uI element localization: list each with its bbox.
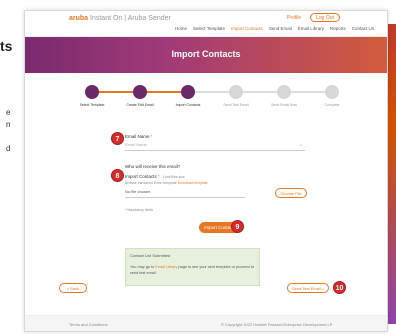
copyright-text: © Copyright 2022 Hewlett Packard Enterpr…	[221, 322, 333, 327]
step-5-dot	[277, 85, 291, 99]
step-4-label: Send Test Email	[223, 103, 249, 107]
callout-badge-7: 7	[111, 132, 124, 145]
nav-home[interactable]: Home	[175, 26, 187, 31]
mandatory-note: * Mandatory fields	[125, 208, 154, 212]
step-3-dot	[181, 85, 195, 99]
email-library-link[interactable]: Email Library	[155, 265, 177, 269]
step-4-dot	[229, 85, 243, 99]
nav-select-template[interactable]: Select Template	[193, 26, 225, 31]
recipient-question: Who will receive this email?	[125, 164, 181, 169]
email-name-label: Email Name *	[125, 134, 153, 139]
nav-contact-us[interactable]: Contact Us	[352, 26, 374, 31]
step-1-dot	[85, 85, 99, 99]
file-name-field: No file chosen	[125, 189, 245, 198]
slide-text-fragment: n	[6, 120, 11, 129]
step-5-label: Send Email Now	[271, 103, 297, 107]
import-hint-line: Browse the saved Excel template Download…	[125, 181, 208, 185]
import-hint-text: Browse the saved Excel template	[125, 181, 177, 185]
logo-subtitle: Instant On | Aruba Sender	[90, 15, 171, 22]
import-hint: Limit files size	[163, 175, 185, 179]
brand-logo: aruba Instant On | Aruba Sender	[69, 15, 171, 22]
app-screenshot: aruba Instant On | Aruba Sender Profile …	[24, 10, 388, 332]
step-6-label: Complete	[324, 103, 340, 107]
terms-link[interactable]: Terms and Conditions	[69, 322, 108, 327]
email-name-label-text: Email Name	[125, 134, 150, 139]
slide-left-text: ts e n d	[0, 0, 24, 335]
slide-text-fragment: d	[6, 144, 11, 153]
slide-text-fragment: e	[6, 108, 11, 117]
callout-badge-8: 8	[111, 169, 124, 182]
success-title: Contact List Submitted	[130, 253, 171, 258]
progress-stepper: Select Template Create Edit Email Import…	[25, 79, 387, 119]
email-name-select[interactable]: Email Name ⌄	[125, 142, 305, 151]
success-text: You may go to Email Library page to see …	[130, 264, 258, 276]
callout-badge-9: 9	[231, 220, 244, 233]
nav-send-email[interactable]: Send Email	[269, 26, 292, 31]
back-button[interactable]: < Back	[59, 283, 87, 293]
step-6-dot	[325, 85, 339, 99]
nav-reports[interactable]: Reports	[330, 26, 346, 31]
step-1-label: Select Template	[79, 103, 105, 107]
logo-text: aruba	[69, 15, 89, 22]
page-footer: Terms and Conditions © Copyright 2022 He…	[25, 315, 387, 331]
profile-link[interactable]: Profile	[287, 15, 301, 21]
nav-email-library[interactable]: Email Library	[298, 26, 324, 31]
step-2-label: Create Edit Email	[126, 103, 154, 107]
download-template-link[interactable]: Download template	[178, 181, 208, 185]
callout-badge-10: 10	[333, 281, 346, 294]
success-message: Contact List Submitted You may go to Ema…	[125, 248, 260, 286]
main-nav: Home Select Template Import Contacts Sen…	[175, 26, 374, 31]
step-3-label: Import Contacts	[175, 103, 201, 107]
step-2-dot	[133, 85, 147, 99]
success-text-prefix: You may go to	[130, 265, 156, 269]
slide-stage: ts e n d aruba Instant On | Aruba Sender…	[0, 0, 396, 335]
nav-import-contacts[interactable]: Import Contacts	[231, 26, 263, 31]
slide-title-fragment: ts	[0, 38, 13, 54]
choose-file-button[interactable]: Choose File	[275, 188, 307, 198]
logout-button[interactable]: Log Out	[310, 13, 340, 22]
import-contacts-label-text: Import Contacts	[125, 174, 157, 179]
email-name-placeholder: Email Name	[125, 142, 147, 147]
chevron-down-icon: ⌄	[298, 142, 303, 148]
page-title: Import Contacts	[171, 49, 241, 59]
page-banner: Import Contacts	[25, 37, 387, 73]
import-contacts-label: Import Contacts * Limit files size	[125, 174, 185, 179]
send-test-email-button[interactable]: Send Test Email >	[287, 283, 329, 293]
top-bar: aruba Instant On | Aruba Sender Profile …	[25, 11, 387, 37]
